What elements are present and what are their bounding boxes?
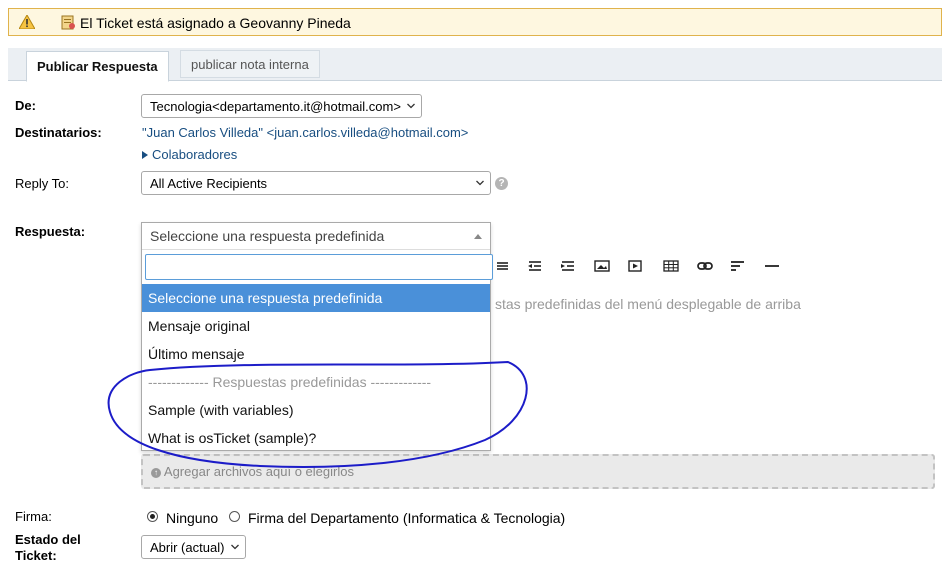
- from-select[interactable]: Tecnologia<departamento.it@hotmail.com>: [141, 94, 422, 118]
- tab-bar: Publicar Respuesta publicar nota interna: [8, 48, 942, 82]
- firma-option-label: Ninguno: [166, 510, 219, 526]
- firma-option-label: Firma del Departamento (Informatica & Te…: [248, 510, 566, 526]
- table-icon[interactable]: [661, 256, 681, 276]
- dropdown-option[interactable]: Mensaje original: [142, 312, 490, 340]
- estado-label-line1: Estado del: [15, 532, 81, 547]
- upload-icon: ↑: [151, 467, 161, 478]
- horizontal-rule-icon[interactable]: [762, 256, 782, 276]
- help-icon[interactable]: ?: [495, 177, 508, 190]
- align-left-icon[interactable]: [728, 256, 748, 276]
- dropdown-option[interactable]: Último mensaje: [142, 340, 490, 368]
- dropdown-option[interactable]: Sample (with variables): [142, 396, 490, 424]
- editor-placeholder: stas predefinidas del menú desplegable d…: [495, 296, 801, 312]
- dropdown-option[interactable]: Seleccione una respuesta predefinida: [142, 284, 490, 312]
- canned-response-select[interactable]: Seleccione una respuesta predefinida: [142, 223, 490, 250]
- attachments-dropzone[interactable]: ↑ Agregar archivos aquí o elegirlos: [141, 454, 935, 489]
- tab-publicar-respuesta[interactable]: Publicar Respuesta: [26, 51, 169, 82]
- respuesta-label: Respuesta:: [15, 224, 86, 239]
- reply-to-value: All Active Recipients: [150, 175, 268, 191]
- chevron-down-icon: [407, 103, 415, 109]
- warning-icon: [19, 15, 35, 29]
- align-justify-icon[interactable]: [493, 256, 513, 276]
- recipient-link[interactable]: "Juan Carlos Villeda" <juan.carlos.ville…: [142, 125, 468, 140]
- indent-icon[interactable]: [558, 256, 578, 276]
- firma-label: Firma:: [15, 509, 52, 524]
- image-icon[interactable]: [592, 256, 612, 276]
- estado-label: Estado del Ticket:: [15, 532, 81, 564]
- reply-to-label: Reply To:: [15, 176, 69, 191]
- dropdown-option[interactable]: What is osTicket (sample)?: [142, 424, 490, 452]
- canned-response-selected: Seleccione una respuesta predefinida: [150, 228, 385, 244]
- notice-text: El Ticket está asignado a Geovanny Pined…: [80, 15, 351, 31]
- chevron-down-icon: [231, 544, 239, 550]
- estado-label-line2: Ticket:: [15, 548, 57, 563]
- caret-right-icon: [142, 150, 148, 159]
- firma-radio-departamento[interactable]: [229, 511, 240, 522]
- dropzone-text: Agregar archivos aquí o elegirlos: [163, 464, 354, 479]
- ticket-status-select[interactable]: Abrir (actual): [141, 535, 246, 559]
- from-select-value: Tecnologia<departamento.it@hotmail.com>: [150, 98, 401, 114]
- ticket-icon: [61, 15, 75, 30]
- link-icon[interactable]: [695, 256, 715, 276]
- tab-nota-interna[interactable]: publicar nota interna: [180, 50, 320, 78]
- firma-radio-ninguno[interactable]: [147, 511, 158, 522]
- assignment-notice: El Ticket está asignado a Geovanny Pined…: [8, 8, 942, 36]
- dropzone-label: ↑ Agregar archivos aquí o elegirlos: [151, 464, 354, 479]
- canned-response-dropdown[interactable]: Seleccione una respuesta predefinida Sel…: [141, 222, 493, 452]
- chevron-down-icon: [476, 180, 484, 186]
- dropdown-search-input[interactable]: [145, 254, 493, 280]
- ticket-status-value: Abrir (actual): [150, 539, 225, 555]
- de-label: De:: [15, 98, 36, 113]
- caret-up-icon: [474, 234, 482, 239]
- colaboradores-toggle[interactable]: Colaboradores: [142, 147, 237, 162]
- video-icon[interactable]: [625, 256, 645, 276]
- destinatarios-label: Destinatarios:: [15, 125, 102, 140]
- outdent-icon[interactable]: [525, 256, 545, 276]
- colaboradores-label: Colaboradores: [152, 147, 238, 162]
- dropdown-group-label: ------------- Respuestas predefinidas --…: [148, 374, 432, 390]
- reply-to-select[interactable]: All Active Recipients: [141, 171, 491, 195]
